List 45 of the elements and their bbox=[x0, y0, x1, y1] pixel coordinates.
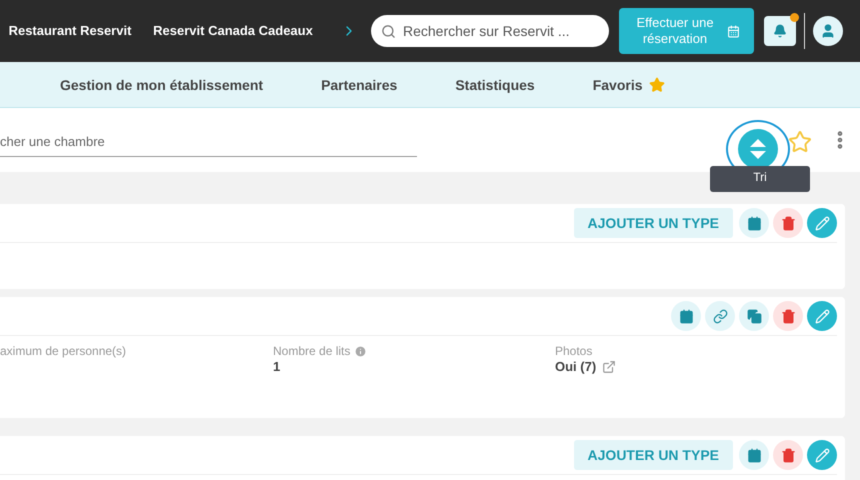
trash-icon bbox=[780, 308, 796, 324]
link-button[interactable] bbox=[705, 301, 735, 331]
field-value: Oui (7) bbox=[555, 359, 596, 374]
calendar-icon bbox=[746, 448, 762, 462]
copy-button[interactable] bbox=[739, 301, 769, 331]
sort-icon bbox=[749, 138, 767, 160]
nav-link[interactable]: Partenaires bbox=[321, 76, 398, 92]
pencil-icon bbox=[814, 448, 830, 462]
edit-button[interactable] bbox=[807, 440, 837, 470]
field-value: 1 bbox=[273, 359, 280, 374]
nav-link[interactable]: Statistiques bbox=[455, 76, 535, 92]
notifications-button[interactable] bbox=[764, 16, 796, 46]
calendar-icon bbox=[746, 216, 762, 230]
user-icon bbox=[820, 23, 836, 39]
nav-link[interactable]: Gestion de mon établissement bbox=[60, 76, 264, 92]
delete-button[interactable] bbox=[773, 301, 803, 331]
sort-button[interactable] bbox=[738, 129, 778, 169]
delete-button[interactable] bbox=[773, 440, 803, 470]
link-icon bbox=[712, 308, 728, 324]
field-label: Photos bbox=[555, 344, 592, 358]
avatar-button[interactable] bbox=[813, 16, 843, 46]
calendar-button[interactable] bbox=[739, 208, 769, 238]
pencil-icon bbox=[814, 308, 830, 324]
bell-icon bbox=[773, 24, 787, 38]
search-field[interactable]: Rechercher sur Reservit ... bbox=[371, 15, 609, 47]
edit-button[interactable] bbox=[807, 208, 837, 238]
favorite-star-icon[interactable] bbox=[788, 130, 812, 154]
delete-button[interactable] bbox=[773, 208, 803, 238]
pencil-icon bbox=[814, 216, 830, 230]
top-link[interactable]: Restaurant Reservit bbox=[0, 23, 140, 39]
field-label: Nombre de lits bbox=[273, 344, 350, 358]
tooltip: Tri bbox=[710, 166, 810, 192]
trash-icon bbox=[780, 448, 796, 462]
copy-icon bbox=[746, 308, 762, 324]
field-label: aximum de personne(s) bbox=[0, 344, 126, 358]
top-link[interactable]: Reservit Canada Cadeaux bbox=[140, 23, 326, 39]
external-link-icon[interactable] bbox=[602, 360, 616, 374]
calendar-button[interactable] bbox=[671, 301, 701, 331]
calendar-icon bbox=[727, 24, 740, 38]
search-icon bbox=[381, 24, 396, 39]
edit-button[interactable] bbox=[807, 301, 837, 331]
calendar-icon bbox=[678, 308, 694, 324]
calendar-button[interactable] bbox=[739, 440, 769, 470]
nav-link[interactable]: Favoris bbox=[592, 76, 665, 92]
trash-icon bbox=[780, 216, 796, 230]
